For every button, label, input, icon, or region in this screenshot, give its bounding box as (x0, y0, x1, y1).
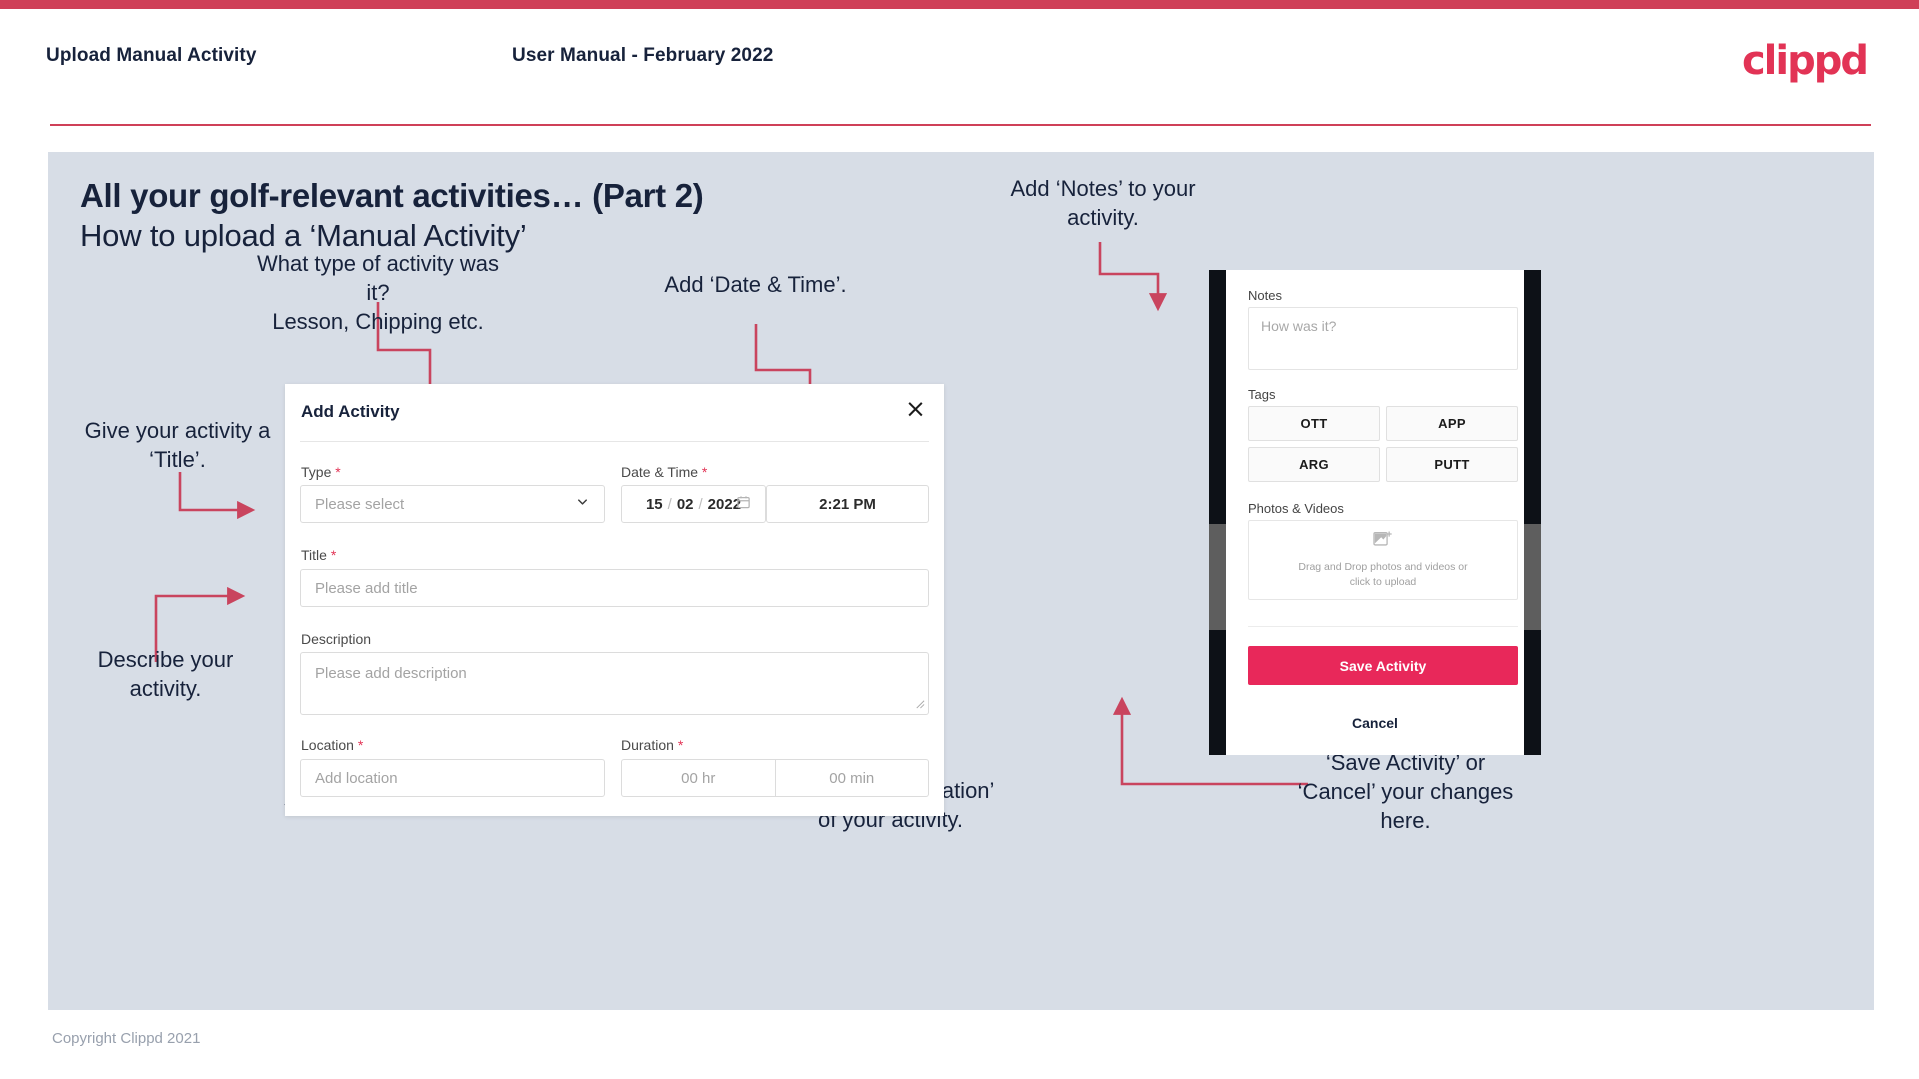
type-select[interactable]: Please select (300, 485, 605, 523)
slide-title: All your golf-relevant activities… (Part… (80, 177, 704, 214)
tags-label: Tags (1248, 387, 1276, 402)
page-title: Upload Manual Activity (46, 45, 257, 66)
duration-hours[interactable]: 00 hr (622, 760, 775, 796)
tag-app[interactable]: APP (1386, 406, 1518, 441)
phone-screen: Notes How was it? Tags OTT APP ARG PUTT … (1226, 270, 1524, 755)
save-activity-button[interactable]: Save Activity (1248, 646, 1518, 685)
phone-divider (1248, 626, 1518, 627)
time-value: 2:21 PM (819, 495, 876, 513)
dialog-heading: Add Activity (301, 402, 400, 421)
datetime-label: Date & Time * (621, 464, 708, 480)
close-icon[interactable]: × (905, 396, 926, 421)
phone-side-button-right (1524, 524, 1541, 630)
location-label: Location * (301, 737, 364, 753)
location-input[interactable]: Add location (300, 759, 605, 797)
tag-ott[interactable]: OTT (1248, 406, 1380, 441)
phone-mockup: Notes How was it? Tags OTT APP ARG PUTT … (1209, 270, 1541, 755)
photo-dropzone[interactable]: Drag and Drop photos and videos or click… (1248, 520, 1518, 600)
date-sep-2: / (698, 495, 703, 513)
date-month: 02 (676, 495, 694, 513)
date-sep-1: / (667, 495, 672, 513)
calendar-icon[interactable] (736, 495, 751, 514)
required-marker: * (701, 464, 708, 480)
annotation-notes: Add ‘Notes’ to your activity. (1010, 176, 1196, 230)
description-label: Description (301, 631, 372, 647)
footer-copyright: Copyright Clippd 2021 (52, 1030, 201, 1047)
phone-bezel-left (1209, 270, 1226, 755)
date-field[interactable]: 15 / 02 / 2022 (621, 485, 766, 523)
header-subtitle: User Manual - February 2022 (512, 45, 774, 66)
tag-arg[interactable]: ARG (1248, 447, 1380, 482)
header-divider (50, 124, 1871, 126)
cancel-button[interactable]: Cancel (1226, 715, 1524, 731)
clippd-logo: clippd (1741, 38, 1869, 84)
required-marker: * (677, 737, 684, 753)
duration-minutes[interactable]: 00 min (776, 760, 929, 796)
required-marker: * (357, 737, 364, 753)
date-day: 15 (645, 495, 663, 513)
slide-canvas: All your golf-relevant activities… (Part… (48, 152, 1874, 1010)
add-activity-dialog: Add Activity × Type * Please select Date… (285, 384, 944, 816)
annotation-title: Give your activity a ‘Title’. (84, 418, 271, 472)
annotation-description: Describe your activity. (97, 647, 234, 701)
description-placeholder: Please add description (315, 665, 467, 682)
annotation-save-cancel: ‘Save Activity’ or ‘Cancel’ your changes… (1297, 750, 1514, 833)
type-placeholder: Please select (315, 495, 405, 513)
annotation-type: What type of activity was it? Lesson, Ch… (256, 251, 500, 334)
top-accent-bar (0, 0, 1919, 9)
type-label: Type * (301, 464, 341, 480)
phone-bezel-right (1524, 270, 1541, 755)
required-marker: * (335, 464, 341, 480)
notes-input[interactable]: How was it? (1248, 307, 1518, 370)
add-image-icon (1373, 530, 1393, 554)
tag-putt[interactable]: PUTT (1386, 447, 1518, 482)
chevron-down-icon (575, 495, 590, 514)
required-marker: * (330, 547, 337, 563)
description-textarea[interactable]: Please add description (300, 652, 929, 715)
duration-label: Duration * (621, 737, 684, 753)
title-placeholder: Please add title (315, 579, 418, 597)
notes-placeholder: How was it? (1261, 318, 1337, 334)
notes-label: Notes (1248, 288, 1282, 303)
photo-dropzone-hint: Drag and Drop photos and videos or click… (1298, 560, 1468, 588)
resize-grip-icon[interactable] (914, 698, 925, 712)
location-placeholder: Add location (315, 769, 398, 787)
title-input[interactable]: Please add title (300, 569, 929, 607)
slide-page: Upload Manual Activity User Manual - Feb… (0, 0, 1919, 1079)
photos-label: Photos & Videos (1248, 501, 1344, 516)
dialog-divider (300, 441, 929, 442)
time-field[interactable]: 2:21 PM (766, 485, 929, 523)
title-label: Title * (301, 547, 337, 563)
duration-field: 00 hr 00 min (621, 759, 929, 797)
annotation-datetime: Add ‘Date & Time’. (664, 272, 847, 297)
phone-side-button-left (1209, 524, 1226, 630)
